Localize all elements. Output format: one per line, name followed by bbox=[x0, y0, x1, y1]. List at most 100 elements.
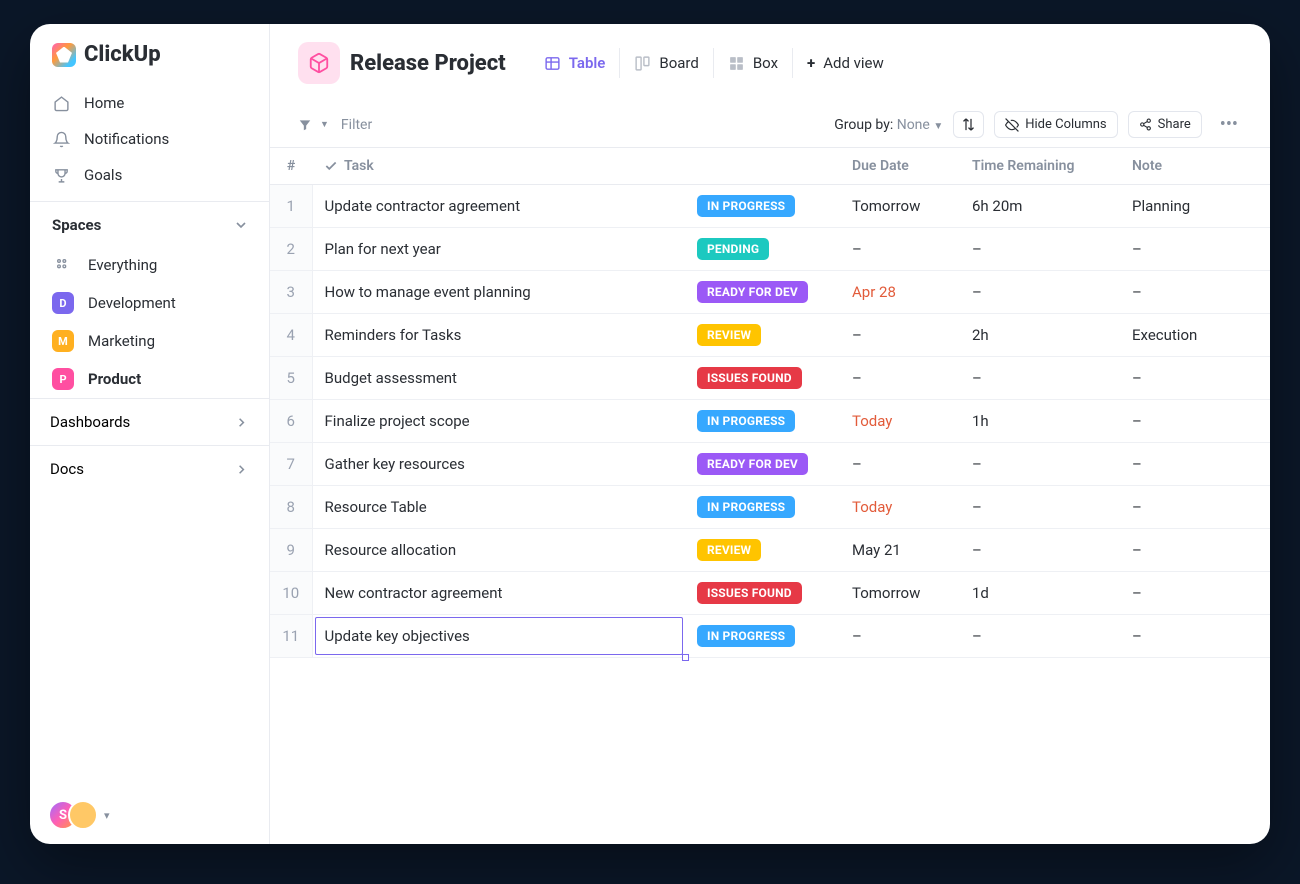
status-cell[interactable]: IN PROGRESS bbox=[685, 400, 840, 443]
sidebar-item-space[interactable]: D Development bbox=[30, 284, 269, 322]
due-date-cell[interactable]: – bbox=[840, 357, 960, 400]
task-name-cell[interactable]: How to manage event planning bbox=[312, 271, 685, 314]
time-remaining-cell[interactable]: – bbox=[960, 357, 1120, 400]
sidebar-item-space[interactable]: M Marketing bbox=[30, 322, 269, 360]
table-row[interactable]: 4 Reminders for Tasks REVIEW – 2h Execut… bbox=[270, 314, 1270, 357]
due-date-cell[interactable]: – bbox=[840, 228, 960, 271]
spaces-header[interactable]: Spaces bbox=[30, 201, 269, 246]
col-header-due[interactable]: Due Date bbox=[840, 148, 960, 185]
note-cell[interactable]: Execution bbox=[1120, 314, 1270, 357]
note-cell[interactable]: – bbox=[1120, 486, 1270, 529]
user-switcher[interactable]: S ▾ bbox=[30, 786, 269, 844]
row-number: 6 bbox=[270, 400, 312, 443]
status-cell[interactable]: REVIEW bbox=[685, 314, 840, 357]
view-tab-table[interactable]: Table bbox=[530, 48, 620, 78]
col-header-task[interactable]: Task bbox=[312, 148, 685, 185]
task-name-cell[interactable]: Budget assessment bbox=[312, 357, 685, 400]
task-name-cell[interactable]: New contractor agreement bbox=[312, 572, 685, 615]
due-date-cell[interactable]: – bbox=[840, 443, 960, 486]
col-header-note[interactable]: Note bbox=[1120, 148, 1270, 185]
time-remaining-cell[interactable]: – bbox=[960, 529, 1120, 572]
due-date-cell[interactable]: – bbox=[840, 314, 960, 357]
status-cell[interactable]: ISSUES FOUND bbox=[685, 357, 840, 400]
more-menu[interactable]: ••• bbox=[1212, 110, 1246, 139]
note-cell[interactable]: – bbox=[1120, 271, 1270, 314]
table-row[interactable]: 9 Resource allocation REVIEW May 21 – – bbox=[270, 529, 1270, 572]
status-cell[interactable]: ISSUES FOUND bbox=[685, 572, 840, 615]
table-row[interactable]: 5 Budget assessment ISSUES FOUND – – – bbox=[270, 357, 1270, 400]
note-cell[interactable]: Planning bbox=[1120, 185, 1270, 228]
status-cell[interactable]: PENDING bbox=[685, 228, 840, 271]
col-header-number[interactable]: # bbox=[270, 148, 312, 185]
time-remaining-cell[interactable]: – bbox=[960, 443, 1120, 486]
time-remaining-cell[interactable]: 2h bbox=[960, 314, 1120, 357]
status-cell[interactable]: READY FOR DEV bbox=[685, 271, 840, 314]
note-cell[interactable]: – bbox=[1120, 400, 1270, 443]
col-header-time[interactable]: Time Remaining bbox=[960, 148, 1120, 185]
table-row[interactable]: 1 Update contractor agreement IN PROGRES… bbox=[270, 185, 1270, 228]
note-cell[interactable]: – bbox=[1120, 529, 1270, 572]
status-cell[interactable]: READY FOR DEV bbox=[685, 443, 840, 486]
table-row[interactable]: 8 Resource Table IN PROGRESS Today – – bbox=[270, 486, 1270, 529]
status-cell[interactable]: IN PROGRESS bbox=[685, 615, 840, 658]
due-date-cell[interactable]: Today bbox=[840, 486, 960, 529]
table-row[interactable]: 3 How to manage event planning READY FOR… bbox=[270, 271, 1270, 314]
time-remaining-cell[interactable]: – bbox=[960, 615, 1120, 658]
hide-columns-button[interactable]: Hide Columns bbox=[994, 111, 1117, 138]
due-date-cell[interactable]: May 21 bbox=[840, 529, 960, 572]
filter-button[interactable]: ▼ Filter bbox=[288, 111, 382, 139]
task-name-cell[interactable]: Resource Table bbox=[312, 486, 685, 529]
table-row[interactable]: 7 Gather key resources READY FOR DEV – –… bbox=[270, 443, 1270, 486]
share-button[interactable]: Share bbox=[1128, 111, 1202, 138]
due-date-cell[interactable]: Tomorrow bbox=[840, 572, 960, 615]
nav-home[interactable]: Home bbox=[30, 85, 269, 121]
groupby-dropdown[interactable]: Group by: None ▼ bbox=[834, 117, 943, 133]
note-cell[interactable]: – bbox=[1120, 572, 1270, 615]
task-name-cell[interactable]: Plan for next year bbox=[312, 228, 685, 271]
note-cell[interactable]: – bbox=[1120, 228, 1270, 271]
time-remaining-cell[interactable]: 1d bbox=[960, 572, 1120, 615]
view-tab-board[interactable]: Board bbox=[619, 48, 712, 78]
sidebar-item-space[interactable]: P Product bbox=[30, 360, 269, 398]
status-cell[interactable]: REVIEW bbox=[685, 529, 840, 572]
task-name-cell[interactable]: Reminders for Tasks bbox=[312, 314, 685, 357]
task-name-cell[interactable]: Update contractor agreement bbox=[312, 185, 685, 228]
status-cell[interactable]: IN PROGRESS bbox=[685, 486, 840, 529]
task-name-cell[interactable]: Finalize project scope bbox=[312, 400, 685, 443]
due-date-cell[interactable]: Tomorrow bbox=[840, 185, 960, 228]
nav-goals[interactable]: Goals bbox=[30, 157, 269, 193]
nav-notifications[interactable]: Notifications bbox=[30, 121, 269, 157]
task-name-cell[interactable]: Gather key resources bbox=[312, 443, 685, 486]
table-row[interactable]: 2 Plan for next year PENDING – – – bbox=[270, 228, 1270, 271]
time-remaining-cell[interactable]: – bbox=[960, 228, 1120, 271]
table-row[interactable]: 10 New contractor agreement ISSUES FOUND… bbox=[270, 572, 1270, 615]
sidebar-item-docs[interactable]: Docs bbox=[30, 445, 269, 492]
brand-logo[interactable]: ClickUp bbox=[30, 24, 269, 77]
row-number: 1 bbox=[270, 185, 312, 228]
time-remaining-cell[interactable]: – bbox=[960, 271, 1120, 314]
groupby-value: None bbox=[897, 117, 930, 133]
view-tab-box[interactable]: Box bbox=[713, 48, 792, 78]
time-remaining-cell[interactable]: 1h bbox=[960, 400, 1120, 443]
time-remaining-cell[interactable]: – bbox=[960, 486, 1120, 529]
due-date-cell[interactable]: Apr 28 bbox=[840, 271, 960, 314]
add-view-button[interactable]: + Add view bbox=[792, 48, 898, 78]
table-row[interactable]: 11 Update key objectives IN PROGRESS – –… bbox=[270, 615, 1270, 658]
row-number: 3 bbox=[270, 271, 312, 314]
task-name-cell[interactable]: Resource allocation bbox=[312, 529, 685, 572]
sort-button[interactable] bbox=[953, 111, 984, 138]
project-title: Release Project bbox=[350, 51, 506, 76]
task-name-cell[interactable]: Update key objectives bbox=[312, 615, 685, 658]
sidebar-item-everything[interactable]: Everything bbox=[30, 246, 269, 284]
status-cell[interactable]: IN PROGRESS bbox=[685, 185, 840, 228]
due-date-cell[interactable]: Today bbox=[840, 400, 960, 443]
sidebar-item-dashboards[interactable]: Dashboards bbox=[30, 398, 269, 445]
due-date-cell[interactable]: – bbox=[840, 615, 960, 658]
table-row[interactable]: 6 Finalize project scope IN PROGRESS Tod… bbox=[270, 400, 1270, 443]
share-label: Share bbox=[1158, 117, 1191, 132]
time-remaining-cell[interactable]: 6h 20m bbox=[960, 185, 1120, 228]
col-header-status[interactable] bbox=[685, 148, 840, 185]
note-cell[interactable]: – bbox=[1120, 443, 1270, 486]
note-cell[interactable]: – bbox=[1120, 357, 1270, 400]
note-cell[interactable]: – bbox=[1120, 615, 1270, 658]
